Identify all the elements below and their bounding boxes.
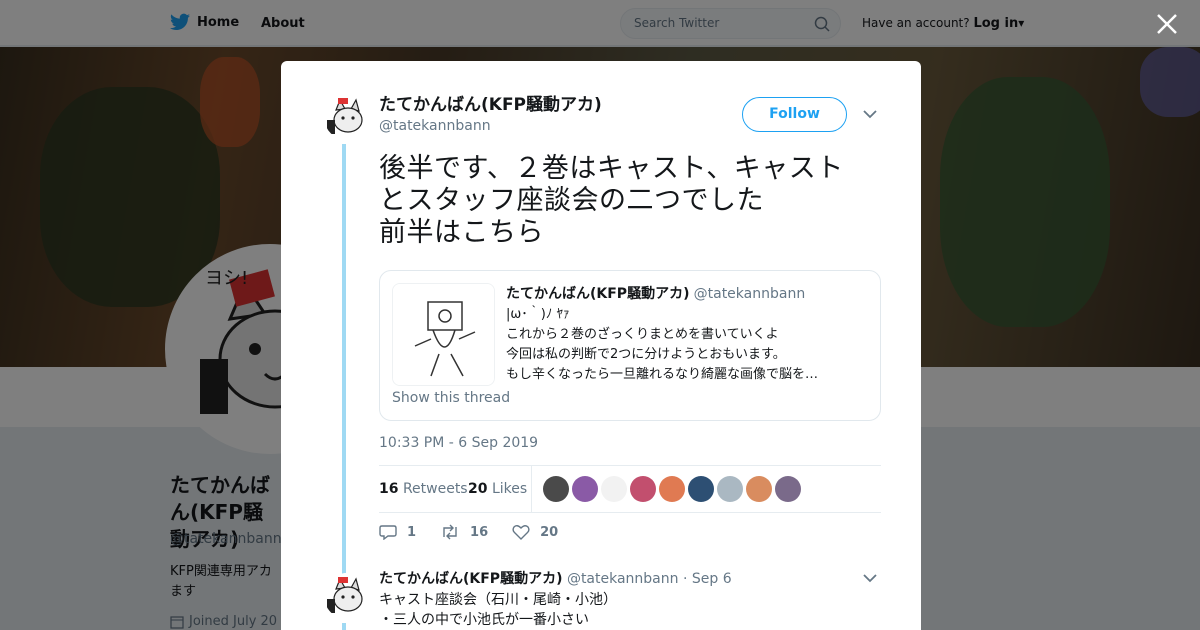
cat-mascot-icon [324,94,370,140]
tweet-author[interactable]: たてかんばん(KFP騒動アカ) @tatekannbann [379,94,602,136]
author-avatar[interactable] [324,94,370,140]
retweets-label: Retweets [402,481,468,497]
liker-avatar[interactable] [688,476,714,502]
liker-avatar[interactable] [659,476,685,502]
quote-body: たてかんばん(KFP騒動アカ) @tatekannbann |ω･｀)ﾉ ﾔｧ … [506,284,866,385]
quote-text-line: もし辛くなったら一旦離れるなり綺麗な画像で脳を… [506,367,819,382]
reply-date[interactable]: · Sep 6 [683,571,732,587]
liker-avatar[interactable] [543,476,569,502]
thread-line [342,144,346,574]
tweet-modal: たてかんばん(KFP騒動アカ) @tatekannbann Follow 後半で… [281,61,921,630]
stats-divider [531,466,532,512]
reply-author-avatar[interactable] [324,573,370,619]
liker-avatar[interactable] [717,476,743,502]
likers-avatars [543,476,801,502]
reply-count: 1 [407,524,417,540]
tweet-text: 後半です、２巻はキャスト、キャスト とスタッフ座談会の二つでした 前半はこちら [379,153,879,249]
retweet-count: 16 [470,524,489,540]
liker-avatar[interactable] [601,476,627,502]
cat-mascot-icon [324,573,370,619]
liker-avatar[interactable] [746,476,772,502]
author-handle[interactable]: @tatekannbann [379,116,602,136]
likes-label: Likes [491,481,528,497]
tweet-text-line: 前半はこちら [379,217,544,248]
like-button[interactable]: 20 [512,524,558,540]
tweet-actions: 1 16 20 [379,524,582,540]
retweet-button[interactable]: 16 [440,524,488,540]
close-icon[interactable] [1155,12,1179,36]
quote-text-line: |ω･｀)ﾉ ﾔｧ [506,307,570,322]
quote-author-name: たてかんばん(KFP騒動アカ) [506,286,690,302]
retweet-icon [443,524,457,540]
retweets-stat[interactable]: 16 Retweets [379,481,468,497]
likes-stat[interactable]: 20 Likes [468,481,527,497]
show-thread-link[interactable]: Show this thread [392,390,510,406]
reply-button[interactable]: 1 [379,524,416,540]
tweet-text-line: 後半です、２巻はキャスト、キャスト [379,153,844,184]
quote-thumbnail [392,283,495,386]
chevron-down-icon[interactable] [863,573,877,583]
retweets-count: 16 [379,481,399,497]
sign-mascot-icon [393,284,494,385]
liker-avatar[interactable] [775,476,801,502]
follow-button[interactable]: Follow [742,97,847,132]
reply-author-handle[interactable]: @tatekannbann [567,571,679,587]
likes-count: 20 [468,481,488,497]
reply-header: たてかんばん(KFP騒動アカ) @tatekannbann · Sep 6 [379,569,732,589]
heart-icon [512,525,530,540]
author-name[interactable]: たてかんばん(KFP騒動アカ) [379,94,602,116]
like-count: 20 [540,524,559,540]
chevron-down-icon[interactable] [863,109,877,119]
quoted-tweet[interactable]: たてかんばん(KFP騒動アカ) @tatekannbann |ω･｀)ﾉ ﾔｧ … [379,270,881,421]
reply-text-line: ・三人の中で小池氏が一番小さい [379,612,589,628]
thread-line [342,623,346,630]
tweet-timestamp[interactable]: 10:33 PM - 6 Sep 2019 [379,435,538,451]
quote-text-line: 今回は私の判断で2つに分けようとおもいます。 [506,347,786,362]
reply-text: キャスト座談会（石川・尾崎・小池） ・三人の中で小池氏が一番小さい [379,590,617,630]
tweet-stats: 16 Retweets 20 Likes [379,465,881,513]
tweet-text-line: とスタッフ座談会の二つでした [379,185,764,216]
reply-author-name[interactable]: たてかんばん(KFP騒動アカ) [379,571,562,587]
quote-author-handle: @tatekannbann [693,286,806,302]
reply-icon [379,525,397,540]
liker-avatar[interactable] [572,476,598,502]
quote-text-line: これから２巻のざっくりまとめを書いていくよ [506,327,779,342]
reply-text-line: キャスト座談会（石川・尾崎・小池） [379,592,617,608]
liker-avatar[interactable] [630,476,656,502]
quote-header: たてかんばん(KFP騒動アカ) @tatekannbann [506,284,866,305]
